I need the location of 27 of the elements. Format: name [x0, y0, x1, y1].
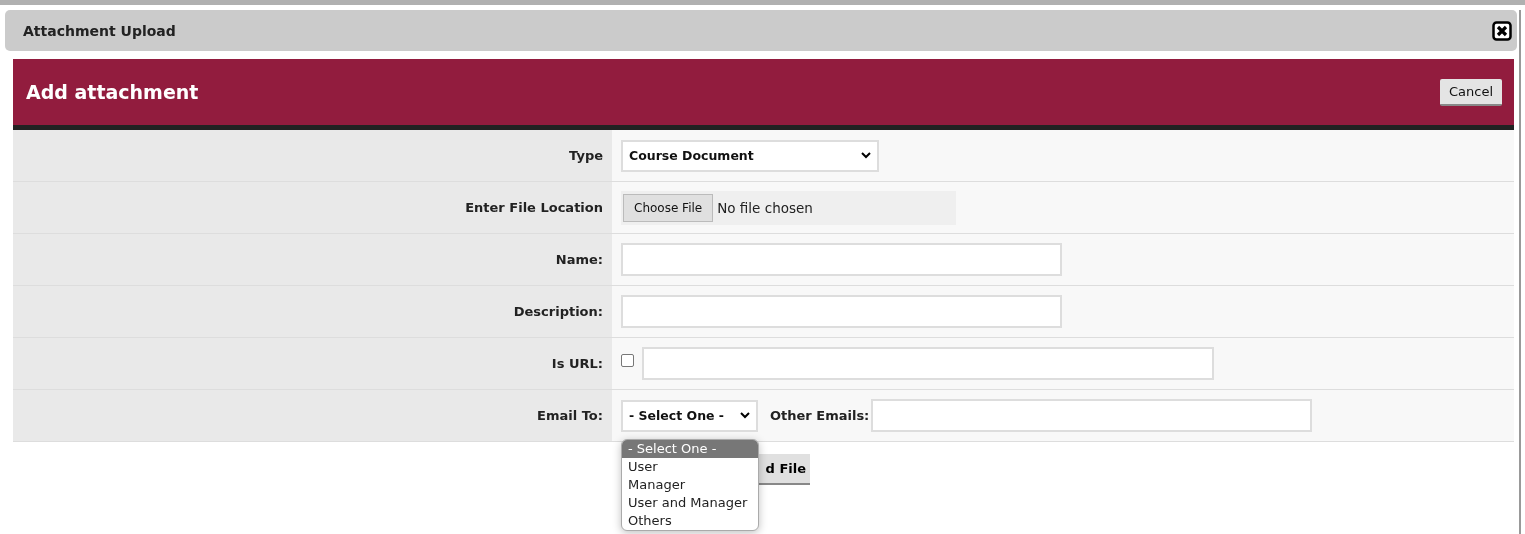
caret-icon	[861, 152, 871, 159]
file-status: No file chosen	[717, 199, 813, 216]
dropdown-option[interactable]: - Select One -	[622, 440, 758, 458]
field-label: Type	[569, 148, 603, 163]
field-label: Enter File Location	[465, 200, 603, 215]
dropdown-option[interactable]: Others	[622, 512, 758, 530]
field-label: Is URL:	[551, 356, 603, 371]
cancel-button[interactable]: Cancel	[1439, 78, 1502, 106]
url-checkbox[interactable]	[621, 354, 634, 367]
url-field[interactable]	[642, 347, 1214, 380]
caret-icon	[740, 412, 750, 419]
close-icon[interactable]	[1492, 20, 1512, 41]
type-select[interactable]: Course Document	[621, 139, 879, 172]
window-title: Attachment Upload	[23, 22, 176, 39]
field-label: Name:	[555, 252, 603, 267]
email-select[interactable]: - Select One -	[621, 399, 758, 432]
choose-file-button[interactable]: Choose File	[623, 193, 714, 222]
field-label: Other Emails:	[770, 408, 870, 423]
email-field[interactable]	[871, 399, 1313, 432]
field-label: Email To:	[537, 408, 603, 423]
form-title: Add attachment	[26, 81, 199, 103]
field-label: Description:	[513, 304, 603, 319]
dropdown-option[interactable]: User	[622, 458, 758, 476]
dropdown-option[interactable]: Manager	[622, 476, 758, 494]
text-field[interactable]	[621, 295, 1062, 328]
dropdown-option[interactable]: User and Manager	[622, 494, 758, 512]
text-field[interactable]	[621, 243, 1062, 276]
